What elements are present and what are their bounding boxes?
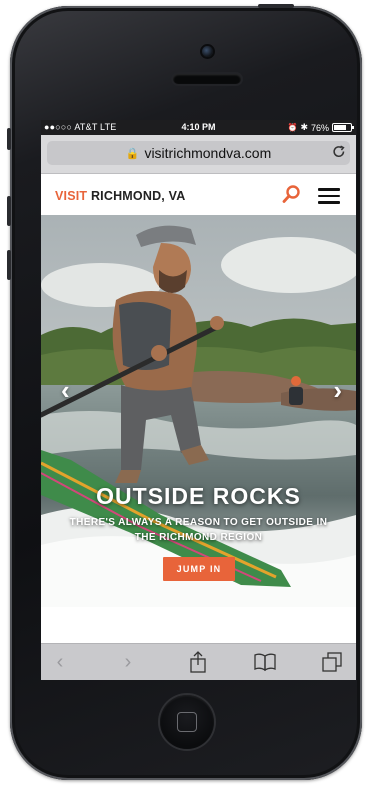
forward-button[interactable]: › [115,650,141,674]
phone-screen: ●●○○○ AT&T LTE 4:10 PM ⏰ ✱ 76% 🔒 visitri… [41,120,356,680]
hamburger-menu-icon[interactable] [318,188,340,204]
tabs-icon[interactable] [319,650,345,674]
power-button [258,4,294,8]
volume-up-button [7,196,11,226]
logo-city: RICHMOND, VA [90,189,186,203]
battery-percent: 76% [310,122,329,133]
reload-icon[interactable] [332,137,346,164]
bluetooth-icon: ✱ [300,122,308,132]
logo-visit: VISIT [55,189,88,203]
hero-photo [41,215,356,607]
url-text: visitrichmondva.com [144,145,272,161]
battery-icon [332,123,354,132]
browser-toolbar: ‹ › [41,643,356,680]
share-icon[interactable] [185,650,211,674]
earpiece-speaker [173,74,241,84]
site-logo[interactable]: VISIT RICHMOND, VA [55,189,185,203]
carousel-next-button[interactable]: › [333,375,342,406]
bookmarks-icon[interactable] [252,650,278,674]
site-header: VISIT RICHMOND, VA [41,174,356,217]
hero-banner: ‹ › OUTSIDE ROCKS THERE'S ALWAYS A REASO… [41,215,356,607]
front-camera [202,46,213,57]
jump-in-button[interactable]: JUMP IN [163,557,235,581]
hero-subtitle: THERE'S ALWAYS A REASON TO GET OUTSIDE I… [69,517,328,543]
carousel-prev-button[interactable]: ‹ [61,375,70,406]
url-field[interactable]: 🔒 visitrichmondva.com [47,141,350,165]
status-bar: ●●○○○ AT&T LTE 4:10 PM ⏰ ✱ 76% [41,120,356,135]
lock-icon: 🔒 [125,147,140,160]
home-button[interactable] [160,695,214,749]
mute-switch [7,128,11,150]
back-button[interactable]: ‹ [47,650,73,674]
hero-title: OUTSIDE ROCKS [96,483,301,509]
address-bar: 🔒 visitrichmondva.com [41,135,356,174]
volume-down-button [7,250,11,280]
battery-fill [334,125,347,130]
search-icon[interactable] [281,183,303,205]
home-square-icon [177,712,197,732]
alarm-icon: ⏰ [287,123,298,132]
status-right: ⏰ ✱ 76% [287,122,354,133]
